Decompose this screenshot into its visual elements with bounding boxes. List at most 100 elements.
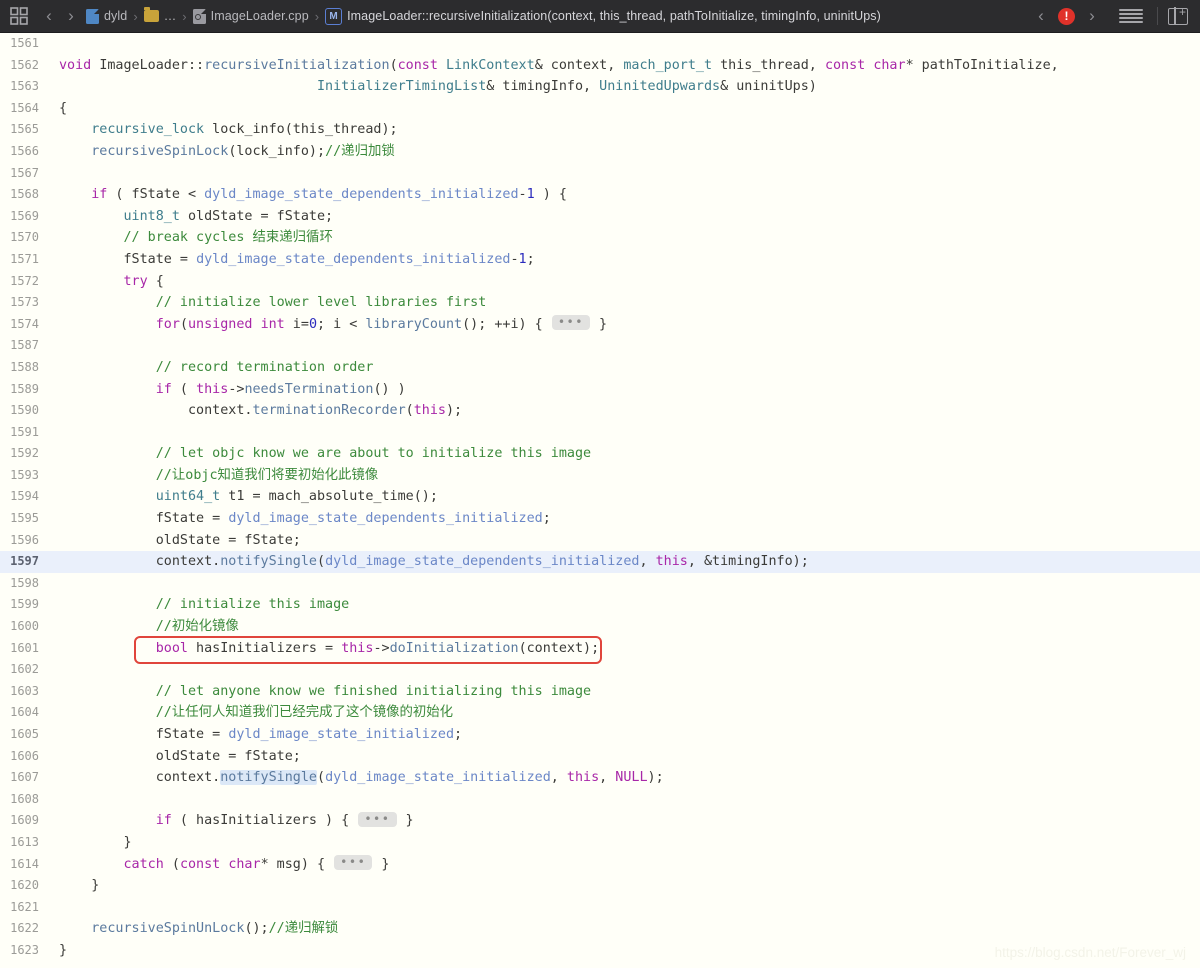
code-line[interactable]: 1567 — [0, 163, 1200, 185]
line-number: 1571 — [10, 251, 39, 266]
code-line[interactable]: 1561 — [0, 33, 1200, 55]
code-token: recursiveInitialization — [204, 57, 390, 73]
code-token: ( — [171, 381, 197, 397]
code-line[interactable]: 1601 bool hasInitializers = this->doInit… — [0, 638, 1200, 660]
code-text: recursiveSpinLock(lock_info);//递归加锁 — [48, 141, 1200, 163]
code-token: recursive_lock — [91, 122, 205, 138]
code-token: void — [59, 57, 92, 73]
code-text: oldState = fState; — [48, 746, 1200, 768]
code-editor[interactable]: 1561 1562 void ImageLoader::recursiveIniti… — [0, 33, 1200, 968]
breadcrumb-separator: › — [182, 8, 187, 24]
code-line[interactable]: 1600 //初始化镜像 — [0, 616, 1200, 638]
line-number: 1566 — [10, 143, 39, 158]
code-line[interactable]: 1571 fState = dyld_image_state_dependent… — [0, 249, 1200, 271]
breadcrumb-item-file[interactable]: ImageLoader.cpp — [192, 8, 309, 24]
grid-icon[interactable] — [8, 5, 30, 27]
line-number: 1613 — [10, 834, 39, 849]
code-line[interactable]: 1589 if ( this->needsTermination() ) — [0, 379, 1200, 401]
code-text: uint8_t oldState = fState; — [48, 206, 1200, 228]
code-token: & uninitUps) — [720, 79, 817, 95]
breadcrumb: dyld › … › ImageLoader.cpp › M ImageLoad… — [86, 7, 1024, 25]
code-line[interactable]: 1609 if ( hasInitializers ) { ••• } — [0, 810, 1200, 832]
code-token: ( — [389, 57, 398, 73]
code-line[interactable]: 1563 InitializerTimingList& timingInfo, … — [0, 76, 1200, 98]
code-line[interactable]: 1572 try { — [0, 271, 1200, 293]
code-text: InitializerTimingList& timingInfo, Unini… — [48, 76, 1200, 98]
code-line[interactable]: 1591 — [0, 422, 1200, 444]
code-line[interactable]: 1602 — [0, 659, 1200, 681]
line-number: 1565 — [10, 122, 39, 137]
code-line[interactable]: 1588 // record termination order — [0, 357, 1200, 379]
code-line[interactable]: 1606 oldState = fState; — [0, 746, 1200, 768]
collapsed-code-ellipsis[interactable]: ••• — [334, 855, 373, 871]
breadcrumb-item-folder[interactable]: … — [143, 7, 177, 23]
code-line[interactable]: 1564 { — [0, 98, 1200, 120]
code-line[interactable]: 1592 // let objc know we are about to in… — [0, 443, 1200, 465]
code-line[interactable]: 1599 // initialize this image — [0, 594, 1200, 616]
code-line[interactable]: 1614 catch (const char* msg) { ••• } — [0, 854, 1200, 876]
code-line[interactable]: 1568 if ( fState < dyld_image_state_depe… — [0, 184, 1200, 206]
breadcrumb-item-project[interactable]: dyld — [86, 8, 127, 24]
code-token: UninitedUpwards — [599, 79, 721, 95]
navigate-forward-button[interactable]: › — [60, 4, 82, 28]
line-number: 1568 — [10, 187, 39, 202]
code-text: uint64_t t1 = mach_absolute_time(); — [48, 486, 1200, 508]
code-token: - — [510, 251, 519, 267]
code-line[interactable]: 1590 context.terminationRecorder(this); — [0, 400, 1200, 422]
code-token: notifySingle — [220, 770, 317, 786]
code-token: needsTermination — [244, 381, 374, 397]
code-line[interactable]: 1595 fState = dyld_image_state_dependent… — [0, 508, 1200, 530]
code-token: dyld_image_state_initialized — [325, 770, 551, 786]
code-text: if ( this->needsTermination() ) — [48, 379, 1200, 401]
code-line[interactable]: 1570 // break cycles 结束递归循环 — [0, 227, 1200, 249]
code-line[interactable]: 1593 //让objc知道我们将要初始化此镜像 — [0, 465, 1200, 487]
code-line[interactable]: 1573 // initialize lower level libraries… — [0, 292, 1200, 314]
code-line[interactable]: 1620 } — [0, 875, 1200, 897]
code-token: lock_info(this_thread); — [204, 122, 398, 138]
code-line[interactable]: 1597 context.notifySingle(dyld_image_sta… — [0, 551, 1200, 573]
add-editor-icon[interactable] — [1168, 5, 1188, 25]
code-line[interactable]: 1607 context.notifySingle(dyld_image_sta… — [0, 767, 1200, 789]
code-token: ; — [454, 727, 463, 742]
breadcrumb-item-method[interactable]: M ImageLoader::recursiveInitialization(c… — [325, 7, 881, 25]
code-line[interactable]: 1569 uint8_t oldState = fState; — [0, 206, 1200, 228]
code-token: try — [123, 273, 148, 289]
collapsed-code-ellipsis[interactable]: ••• — [358, 811, 397, 827]
next-issue-button[interactable]: › — [1081, 4, 1103, 28]
code-line[interactable]: 1608 — [0, 789, 1200, 811]
line-number: 1574 — [10, 316, 39, 331]
code-line[interactable]: 1574 for(unsigned int i=0; i < libraryCo… — [0, 314, 1200, 336]
code-text: { — [48, 98, 1200, 120]
code-line[interactable]: 1598 — [0, 573, 1200, 595]
code-token: ( — [317, 770, 326, 786]
code-text: fState = dyld_image_state_initialized; — [48, 724, 1200, 746]
code-line[interactable]: 1605 fState = dyld_image_state_initializ… — [0, 724, 1200, 746]
code-line[interactable]: 1613 } — [0, 832, 1200, 854]
code-line[interactable]: 1594 uint64_t t1 = mach_absolute_time(); — [0, 486, 1200, 508]
code-line[interactable]: 1604 //让任何人知道我们已经完成了这个镜像的初始化 — [0, 702, 1200, 724]
code-token: if — [155, 381, 172, 397]
collapsed-code-ellipsis[interactable]: ••• — [551, 315, 590, 331]
code-token: bool — [155, 640, 188, 656]
code-line[interactable]: 1565 recursive_lock lock_info(this_threa… — [0, 119, 1200, 141]
previous-issue-button[interactable]: ‹ — [1030, 4, 1052, 28]
code-line[interactable]: 1603 // let anyone know we finished init… — [0, 681, 1200, 703]
code-token: char — [228, 856, 261, 872]
code-line[interactable]: 1566 recursiveSpinLock(lock_info);//递归加锁 — [0, 141, 1200, 163]
code-token: & context, — [534, 57, 624, 73]
code-line[interactable]: 1596 oldState = fState; — [0, 530, 1200, 552]
code-text: try { — [48, 271, 1200, 293]
line-number: 1572 — [10, 273, 39, 288]
code-token: terminationRecorder — [252, 403, 406, 419]
code-token: , — [639, 554, 656, 570]
code-line[interactable]: 1587 — [0, 335, 1200, 357]
code-line[interactable]: 1562 void ImageLoader::recursiveInitializ… — [0, 55, 1200, 77]
code-line[interactable]: 1621 — [0, 897, 1200, 919]
navigate-back-button[interactable]: ‹ — [38, 4, 60, 28]
code-line[interactable]: 1622 recursiveSpinUnLock();//递归解锁 — [0, 918, 1200, 940]
code-token: unsigned — [188, 316, 253, 332]
lines-icon[interactable] — [1115, 6, 1147, 26]
error-badge-icon[interactable]: ! — [1058, 7, 1075, 25]
